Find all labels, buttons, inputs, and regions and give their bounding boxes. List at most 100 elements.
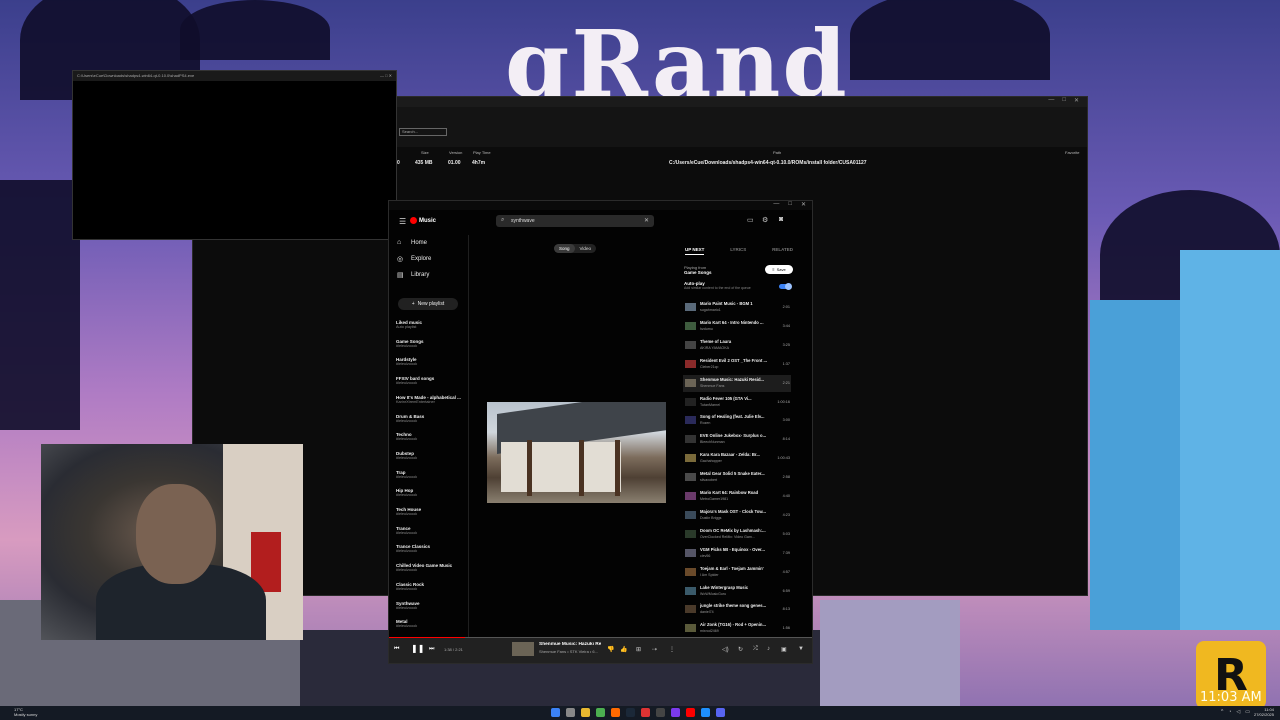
chevron-up-icon[interactable]: ^ bbox=[1221, 709, 1223, 715]
playing-from-source[interactable]: Game Songs bbox=[684, 270, 712, 275]
playlist-item[interactable]: FFXIV bard songs #leleulzoook bbox=[396, 376, 466, 385]
queue-item[interactable]: Resident Evil 2 OST _The Front ... Cleber… bbox=[683, 356, 791, 373]
autoplay-toggle[interactable] bbox=[779, 283, 792, 290]
playlist-item[interactable]: Trance Classics #leleulzoook bbox=[396, 544, 466, 553]
more-icon[interactable]: ⋮ bbox=[669, 646, 675, 653]
column-play-time[interactable]: Play Time bbox=[473, 150, 491, 155]
now-playing-title[interactable]: Shenmue Music: Hazuki Re... bbox=[539, 642, 601, 647]
firefox-icon[interactable] bbox=[611, 708, 620, 717]
video-frame[interactable] bbox=[487, 402, 666, 503]
weather-widget[interactable]: 17°C Mostly sunny bbox=[14, 707, 37, 717]
queue-item[interactable]: Metal Gear Solid 5 Snake Eater... silvaxo… bbox=[683, 469, 791, 486]
playlist-item[interactable]: Hardstyle #leleulzoook bbox=[396, 357, 466, 366]
clear-search-icon[interactable]: ✕ bbox=[644, 217, 649, 224]
nav-explore[interactable]: ◎ Explore bbox=[397, 255, 431, 263]
queue-item[interactable]: jungle strike theme song genes... daniel7… bbox=[683, 601, 791, 618]
lyrics-icon[interactable]: ♪ bbox=[767, 646, 770, 652]
now-playing-thumbnail[interactable] bbox=[512, 642, 534, 656]
battery-icon[interactable]: ▭ bbox=[1245, 709, 1250, 715]
queue-item-now-playing[interactable]: Shenmue Music: Hazuki Resid... Shenmue Fa… bbox=[683, 374, 791, 392]
ytmusic-logo[interactable]: Music bbox=[410, 217, 436, 224]
hamburger-menu-icon[interactable]: ☰ bbox=[399, 217, 406, 226]
playlist-item[interactable]: Dubstep #leleulzoook bbox=[396, 451, 466, 460]
obs-icon[interactable] bbox=[656, 708, 665, 717]
game-search-input[interactable]: Search... bbox=[399, 128, 447, 136]
queue-item[interactable]: Theme of Laura AKIRA YAMAOKA 3:25 bbox=[683, 337, 791, 354]
minimize-button[interactable]: — bbox=[1048, 97, 1054, 107]
tab-related[interactable]: RELATED bbox=[772, 247, 793, 255]
red-app-icon[interactable] bbox=[641, 708, 650, 717]
queue-item[interactable]: VGM Picks 5B - Equinox - Over... clev56 7:… bbox=[683, 545, 791, 562]
start-icon[interactable] bbox=[551, 708, 560, 717]
playlist-item[interactable]: Trance #leleulzoook bbox=[396, 526, 466, 535]
playlist-item[interactable]: Tech House #leleulzoook bbox=[396, 507, 466, 516]
maximize-button[interactable]: □ bbox=[1062, 97, 1066, 107]
shuffle-icon[interactable]: ⤮ bbox=[753, 646, 758, 653]
app-icon[interactable] bbox=[671, 708, 680, 717]
file-explorer-icon[interactable] bbox=[581, 708, 590, 717]
playlist-item[interactable]: Liked music Auto playlist bbox=[396, 320, 466, 329]
repeat-icon[interactable]: ↻ bbox=[738, 646, 743, 653]
playlist-item[interactable]: Techno #leleulzoook bbox=[396, 432, 466, 441]
pause-icon[interactable]: ❚❚ bbox=[411, 644, 424, 653]
column-version[interactable]: Version bbox=[449, 150, 462, 155]
chrome-icon[interactable] bbox=[596, 708, 605, 717]
progress-bar[interactable] bbox=[389, 637, 812, 638]
share-icon[interactable]: ⇢ bbox=[652, 646, 657, 653]
previous-icon[interactable]: ⏮ bbox=[394, 646, 399, 653]
app-icon[interactable] bbox=[701, 708, 710, 717]
queue-item[interactable]: Song of Healing (feat. Julie Elv... Rozen… bbox=[683, 412, 791, 429]
taskbar-clock[interactable]: 11:04 27/02/2025 bbox=[1254, 707, 1274, 717]
queue-item[interactable]: Majora's Mask OST - Clock Tow... Dustin B… bbox=[683, 507, 791, 524]
close-button[interactable]: ✕ bbox=[1074, 97, 1079, 107]
volume-icon[interactable]: ◁) bbox=[722, 646, 729, 653]
nav-library[interactable]: ▤ Library bbox=[397, 271, 429, 279]
new-playlist-button[interactable]: + New playlist bbox=[398, 298, 458, 310]
queue-item[interactable]: Lake Wintergrasp Music WoWMusicGuru 6:59 bbox=[683, 583, 791, 600]
search-icon[interactable] bbox=[566, 708, 575, 717]
network-icon[interactable]: ◔ bbox=[1228, 709, 1231, 715]
like-icon[interactable]: 👍 bbox=[620, 646, 627, 653]
playlist-item[interactable]: Game Songs #leleulzoook bbox=[396, 339, 466, 348]
queue-item[interactable]: EVE Online Jukebox- Surplus o... BleechNu… bbox=[683, 431, 791, 448]
song-tab[interactable]: Song bbox=[554, 244, 575, 253]
queue-item[interactable]: Toejam & Earl - Toejam Jammin' I Am Spide… bbox=[683, 564, 791, 581]
avatar[interactable]: ◙ bbox=[779, 216, 783, 223]
minimize-button[interactable]: — bbox=[773, 201, 779, 210]
column-favorite[interactable]: Favorite bbox=[1065, 150, 1079, 155]
playlist-item[interactable]: Synthwave #leleulzoook bbox=[396, 601, 466, 610]
playlist-item[interactable]: Trap #leleulzoook bbox=[396, 470, 466, 479]
settings-icon[interactable]: ⚙ bbox=[762, 216, 768, 224]
playlist-item[interactable]: Metal #leleulzoook bbox=[396, 619, 466, 628]
playlist-item[interactable]: Chilled Video Game Music #leleulzoook bbox=[396, 563, 466, 572]
tab-lyrics[interactable]: LYRICS bbox=[730, 247, 746, 255]
now-playing-artist[interactable]: Shenmue Fans • STK Vieira • 6... bbox=[539, 649, 601, 654]
miniplayer-icon[interactable]: ▣ bbox=[781, 646, 787, 653]
playlist-item[interactable]: Hip Hop #leleulzoook bbox=[396, 488, 466, 497]
playlist-item[interactable]: Drum & Bass #leleulzoook bbox=[396, 414, 466, 423]
queue-item[interactable]: Mario Kart 64 - Intro Nintendo ... hzdumu… bbox=[683, 318, 791, 335]
youtube-music-icon[interactable] bbox=[686, 708, 695, 717]
queue-item[interactable]: Kara Kara Bazaar - Zelda: Br... Gachahopp… bbox=[683, 450, 791, 467]
nav-home[interactable]: ⌂ Home bbox=[397, 239, 427, 246]
search-input[interactable]: ⌕ synthwave ✕ bbox=[496, 215, 654, 227]
queue-item[interactable]: Air Zonk (TG16) - Rod + Openin... mixrod2… bbox=[683, 620, 791, 637]
queue-item[interactable]: Radio Fever 105 (GTA Vi... TutanMarnel 1:0… bbox=[683, 394, 791, 411]
video-tab[interactable]: Video bbox=[575, 244, 596, 253]
next-icon[interactable]: ⏭ bbox=[429, 646, 434, 653]
dislike-icon[interactable]: 👎 bbox=[607, 646, 614, 653]
queue-item[interactable]: Mario Kart 64: Rainbow Road MetroGamer198… bbox=[683, 488, 791, 505]
window-controls[interactable]: — □ ✕ bbox=[380, 73, 392, 79]
close-button[interactable]: ✕ bbox=[801, 201, 806, 210]
column-size[interactable]: Size bbox=[421, 150, 429, 155]
tab-up-next[interactable]: UP NEXT bbox=[685, 247, 705, 255]
playlist-item[interactable]: Classic Rock #leleulzoook bbox=[396, 582, 466, 591]
cast-icon[interactable]: ▭ bbox=[747, 216, 754, 224]
speaker-icon[interactable]: ◁ bbox=[1236, 709, 1240, 715]
playlist-item[interactable]: How It's Made - alphabetical ... KarinrXt… bbox=[396, 395, 466, 404]
column-path[interactable]: Path bbox=[773, 150, 781, 155]
expand-queue-icon[interactable]: ▼ bbox=[798, 646, 804, 652]
maximize-button[interactable]: □ bbox=[788, 201, 792, 210]
discord-icon[interactable] bbox=[716, 708, 725, 717]
queue-item[interactable]: Mario Paint Music - BGM 1 sugahmario1 2:01 bbox=[683, 299, 791, 316]
